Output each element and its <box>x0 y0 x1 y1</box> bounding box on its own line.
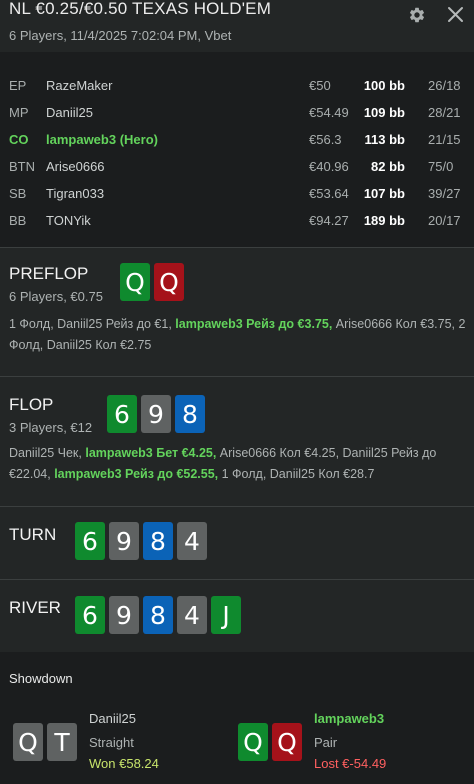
player-row[interactable]: SB Tigran033 €53.64 107 bb 39/27 <box>0 186 474 213</box>
showdown-result: Lost €-54.49 <box>314 756 387 771</box>
player-position: BB <box>9 213 27 228</box>
playing-card: 8 <box>143 522 173 560</box>
player-stats: 75/0 <box>428 159 454 174</box>
playing-card: 6 <box>75 522 105 560</box>
player-row[interactable]: BTN Arise0666 €40.96 82 bb 75/0 <box>0 159 474 186</box>
playing-card: J <box>211 596 241 634</box>
player-stack-bb: 82 bb <box>371 159 405 174</box>
street-name: TURN <box>9 525 57 544</box>
player-name: TONYik <box>46 213 91 228</box>
hero-action: lampaweb3 Бет €4.25, <box>85 446 217 460</box>
playing-card: Q <box>272 723 302 761</box>
player-row[interactable]: BB TONYik €94.27 189 bb 20/17 <box>0 213 474 240</box>
playing-card: 9 <box>109 596 139 634</box>
close-icon[interactable] <box>447 6 464 23</box>
playing-card: 9 <box>141 395 171 433</box>
street-name: FLOP <box>9 395 54 414</box>
player-stack-bb: 107 bb <box>363 186 405 201</box>
playing-card: Q <box>154 263 184 301</box>
street-turn: TURN 6984 <box>0 507 474 579</box>
player-position: EP <box>9 78 27 93</box>
showdown-result: Won €58.24 <box>89 756 159 771</box>
player-stack-bb: 113 bb <box>364 132 405 147</box>
header: NL €0.25/€0.50 TEXAS HOLD'EM 6 Players, … <box>0 0 474 52</box>
player-stats: 28/21 <box>428 105 461 120</box>
player-row[interactable]: CO lampaweb3 (Hero) €56.3 113 bb 21/15 <box>0 132 474 159</box>
players-table: EP RazeMaker €50 100 bb 26/18 MP Daniil25 €54.4… <box>0 52 474 247</box>
playing-card: Q <box>120 263 150 301</box>
showdown-title: Showdown <box>9 671 73 686</box>
street-actions: Daniil25 Чек, lampaweb3 Бет €4.25, Arise… <box>9 443 467 485</box>
player-name: lampaweb3 (Hero) <box>46 132 158 147</box>
showdown-cards-player-1: QT <box>13 723 77 761</box>
page-title: NL €0.25/€0.50 TEXAS HOLD'EM <box>9 0 272 18</box>
board-cards: 6984J <box>75 596 241 634</box>
showdown-player-name: lampaweb3 <box>314 711 385 726</box>
player-stack: €53.64 <box>309 186 349 201</box>
player-stats: 21/15 <box>428 132 461 147</box>
hand-subtitle: 6 Players, 11/4/2025 7:02:04 PM, Vbet <box>9 28 232 43</box>
playing-card: Q <box>13 723 43 761</box>
showdown-panel: Showdown QT Daniil25 Straight Won €58.24… <box>0 652 474 784</box>
gear-icon[interactable] <box>408 6 426 24</box>
street-pot: 6 Players, €0.75 <box>9 289 103 304</box>
playing-card: 8 <box>143 596 173 634</box>
street-name: RIVER <box>9 598 61 617</box>
hero-action: lampaweb3 Рейз до €3.75, <box>175 317 333 331</box>
player-stack: €56.3 <box>309 132 342 147</box>
street-river: RIVER 6984J <box>0 580 474 652</box>
hero-action: lampaweb3 Рейз до €52.55, <box>54 467 219 481</box>
player-row[interactable]: MP Daniil25 €54.49 109 bb 28/21 <box>0 105 474 132</box>
showdown-player-name: Daniil25 <box>89 711 136 726</box>
player-stack: €94.27 <box>309 213 349 228</box>
showdown-hand-rank: Pair <box>314 735 338 750</box>
player-name: Tigran033 <box>46 186 105 201</box>
player-name: RazeMaker <box>46 78 113 93</box>
player-stack: €54.49 <box>309 105 349 120</box>
playing-card: 8 <box>175 395 205 433</box>
playing-card: 4 <box>177 596 207 634</box>
playing-card: Q <box>238 723 268 761</box>
street-flop: FLOP 3 Players, €12 698 Daniil25 Чек, la… <box>0 377 474 506</box>
action-text: 1 Фолд, Daniil25 Кол €28.7 <box>218 467 375 481</box>
board-cards: 698 <box>107 395 205 433</box>
player-stats: 26/18 <box>428 78 461 93</box>
street-actions: 1 Фолд, Daniil25 Рейз до €1, lampaweb3 Р… <box>9 314 467 356</box>
player-row[interactable]: EP RazeMaker €50 100 bb 26/18 <box>0 78 474 105</box>
player-stack-bb: 100 bb <box>363 78 405 93</box>
player-stack-bb: 109 bb <box>363 105 405 120</box>
player-position: SB <box>9 186 27 201</box>
street-preflop: PREFLOP 6 Players, €0.75 QQ 1 Фолд, Dani… <box>0 248 474 376</box>
playing-card: 6 <box>75 596 105 634</box>
playing-card: 9 <box>109 522 139 560</box>
playing-card: T <box>47 723 77 761</box>
action-text: 1 Фолд, Daniil25 Рейз до €1, <box>9 317 176 331</box>
player-stats: 20/17 <box>428 213 461 228</box>
player-position: CO <box>9 132 29 147</box>
action-text: Daniil25 Чек, <box>9 446 86 460</box>
player-position: MP <box>9 105 29 120</box>
street-pot: 3 Players, €12 <box>9 420 93 435</box>
player-stack: €40.96 <box>309 159 349 174</box>
player-name: Arise0666 <box>46 159 105 174</box>
player-name: Daniil25 <box>46 105 93 120</box>
showdown-hand-rank: Straight <box>89 735 134 750</box>
board-cards: 6984 <box>75 522 207 560</box>
player-stats: 39/27 <box>428 186 461 201</box>
playing-card: 4 <box>177 522 207 560</box>
player-stack: €50 <box>309 78 331 93</box>
showdown-cards-player-2: QQ <box>238 723 302 761</box>
hero-cards: QQ <box>120 263 184 301</box>
street-name: PREFLOP <box>9 264 89 283</box>
playing-card: 6 <box>107 395 137 433</box>
player-stack-bb: 189 bb <box>363 213 405 228</box>
player-position: BTN <box>9 159 35 174</box>
